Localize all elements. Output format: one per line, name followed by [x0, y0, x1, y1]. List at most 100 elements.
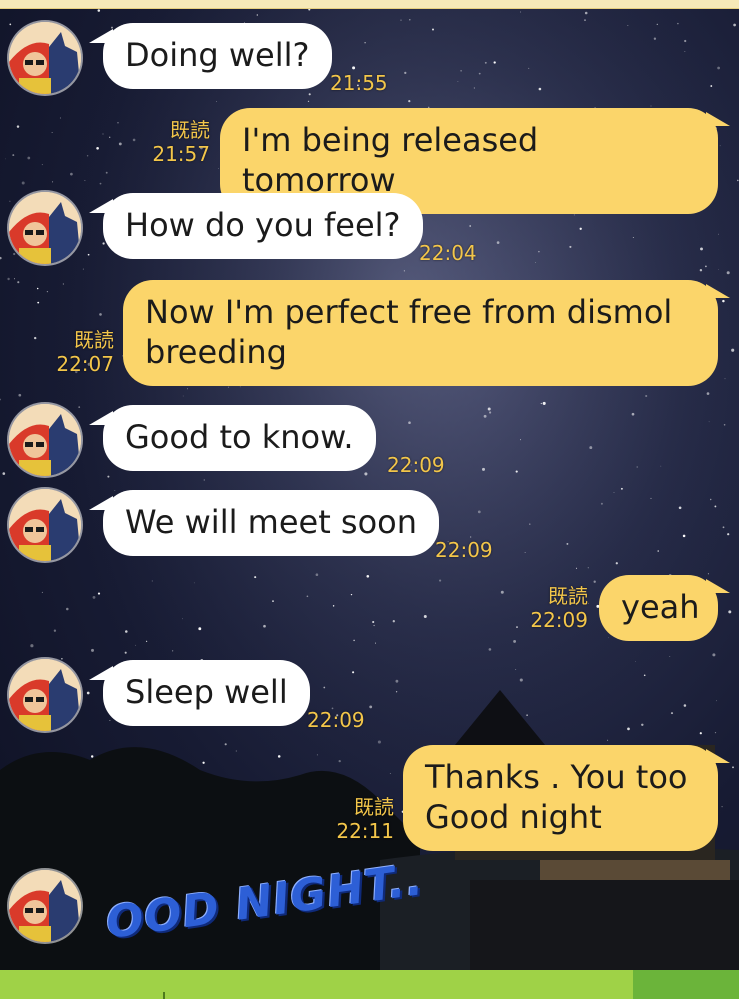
star	[705, 265, 707, 268]
star	[227, 386, 230, 388]
star	[125, 630, 128, 633]
star	[728, 610, 732, 614]
star	[338, 759, 341, 763]
star	[377, 740, 381, 744]
star	[538, 250, 540, 253]
star	[18, 393, 22, 397]
star	[493, 61, 496, 64]
star	[117, 122, 119, 124]
star	[86, 155, 89, 157]
star	[218, 168, 219, 169]
star	[489, 411, 492, 414]
star	[224, 743, 227, 746]
star	[109, 136, 111, 138]
read-label: 既読	[548, 584, 588, 608]
star	[733, 23, 736, 27]
star	[634, 661, 636, 662]
contact-avatar-icon[interactable]	[9, 870, 81, 942]
star	[9, 200, 11, 202]
star	[520, 439, 522, 441]
star	[332, 605, 335, 607]
star	[105, 171, 108, 174]
message-bubble-incoming[interactable]: We will meet soon	[88, 490, 440, 556]
star	[372, 620, 375, 624]
contact-avatar-icon[interactable]	[9, 489, 81, 561]
star	[716, 700, 717, 702]
star	[364, 42, 366, 44]
star	[439, 579, 442, 582]
star	[636, 466, 638, 468]
message-bubble-outgoing[interactable]: Thanks . You too Good night	[403, 745, 730, 851]
message-text: Doing well?	[125, 36, 310, 74]
message-time: 22:09	[307, 708, 365, 732]
star	[515, 669, 517, 671]
star	[515, 470, 518, 473]
read-receipt: 既読 22:09	[522, 584, 588, 632]
contact-avatar-icon[interactable]	[9, 659, 81, 731]
message-time: 21:55	[330, 71, 388, 95]
star	[4, 158, 6, 160]
contact-avatar-icon[interactable]	[9, 404, 81, 476]
message-text: We will meet soon	[125, 503, 418, 541]
star	[613, 492, 615, 493]
star	[607, 739, 609, 741]
star	[34, 336, 37, 340]
message-bubble-incoming[interactable]: How do you feel?	[89, 193, 423, 259]
star	[51, 131, 53, 133]
read-label: 既読	[170, 118, 210, 142]
star	[722, 299, 725, 303]
star	[239, 386, 241, 388]
star	[92, 595, 96, 599]
star	[516, 626, 518, 629]
star	[408, 421, 411, 424]
star	[182, 618, 183, 620]
star	[12, 154, 15, 157]
star	[699, 732, 702, 735]
star	[423, 615, 427, 618]
star	[584, 11, 588, 15]
star	[513, 639, 517, 643]
star	[719, 145, 721, 147]
star	[306, 595, 309, 598]
star	[198, 627, 202, 631]
message-bubble-outgoing[interactable]: yeah	[599, 575, 730, 641]
star	[726, 271, 730, 275]
star	[109, 720, 111, 721]
message-time: 22:09	[435, 538, 493, 562]
star	[21, 181, 25, 185]
contact-avatar-icon[interactable]	[9, 192, 81, 264]
star	[632, 236, 634, 238]
bottom-input-bar[interactable]	[0, 970, 739, 999]
star	[670, 712, 674, 715]
star	[114, 490, 116, 491]
read-label: 既読	[74, 328, 114, 352]
star	[727, 533, 730, 536]
star	[78, 406, 81, 408]
star	[316, 754, 318, 756]
star	[714, 505, 717, 508]
star	[717, 66, 720, 70]
star	[350, 593, 353, 596]
text-cursor	[163, 992, 165, 999]
bottom-bar-action[interactable]	[633, 970, 739, 999]
contact-avatar-icon[interactable]	[9, 22, 81, 94]
star	[62, 283, 64, 285]
message-bubble-incoming[interactable]: Sleep well	[89, 660, 310, 726]
star	[660, 465, 662, 467]
star	[99, 182, 102, 185]
message-text: yeah	[621, 588, 700, 626]
star	[432, 28, 434, 31]
star	[41, 164, 43, 166]
star	[620, 487, 623, 490]
star	[9, 23, 12, 26]
star	[457, 81, 459, 82]
message-bubble-incoming[interactable]: Doing well?	[89, 23, 332, 89]
star	[202, 761, 205, 764]
star	[627, 727, 630, 731]
star	[645, 394, 648, 398]
star	[535, 262, 537, 263]
message-text-line: Good night	[425, 798, 602, 836]
message-bubble-incoming[interactable]: Good to know.	[89, 405, 376, 471]
message-bubble-outgoing[interactable]: Now I'm perfect free from dismol breedin…	[123, 280, 730, 386]
star	[2, 472, 6, 475]
